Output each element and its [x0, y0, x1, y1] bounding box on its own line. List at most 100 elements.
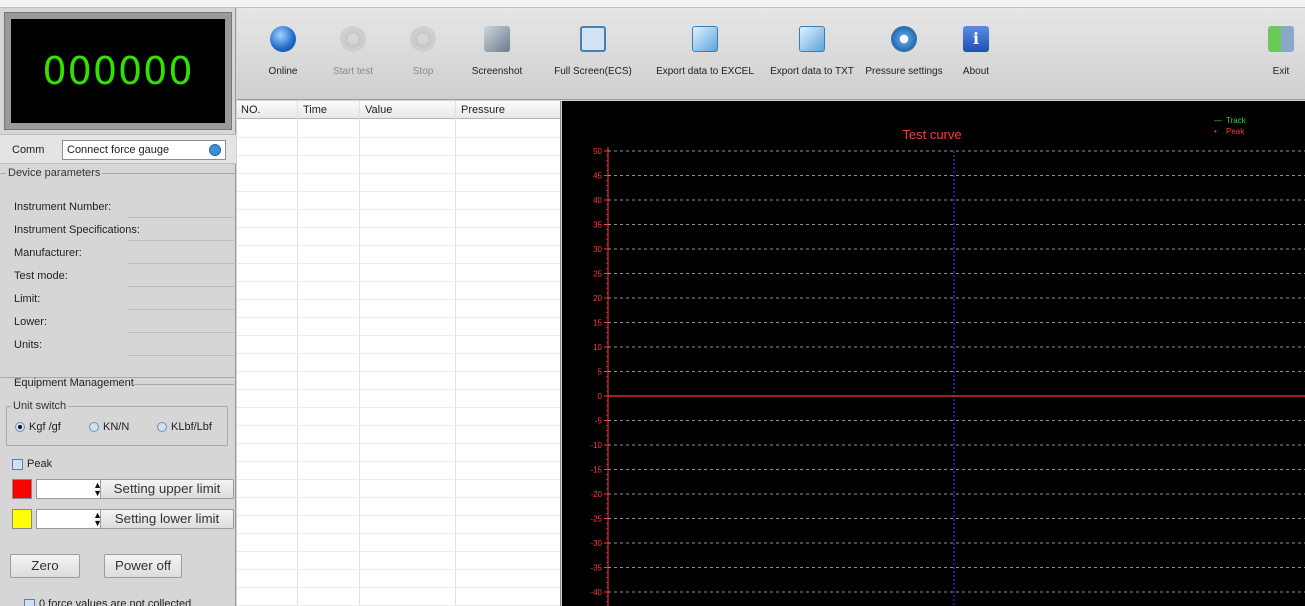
device-parameters-title: Device parameters — [6, 167, 103, 179]
export-txt-label: Export data to TXT — [770, 66, 854, 77]
row-divider — [237, 389, 560, 390]
equipment-management-title: Equipment Management — [14, 377, 134, 389]
y-tick-label: 40 — [593, 196, 602, 205]
lower-limit-color-swatch[interactable] — [12, 509, 32, 529]
row-divider — [237, 443, 560, 444]
radio-label: Kgf /gf — [29, 421, 61, 433]
row-divider — [237, 317, 560, 318]
lower-limit-spinner[interactable]: ▲ ▼ — [36, 509, 106, 529]
stop-button[interactable]: Stop — [397, 20, 449, 90]
param-manufacturer: Manufacturer: — [14, 244, 234, 264]
row-divider — [237, 371, 560, 372]
y-tick-label: -35 — [590, 564, 602, 573]
exit-button[interactable]: Exit — [1265, 20, 1297, 90]
upper-limit-color-swatch[interactable] — [12, 479, 32, 499]
param-value-line — [128, 332, 234, 333]
screenshot-button[interactable]: Screenshot — [459, 20, 535, 90]
legend-marker: — — [1214, 116, 1222, 125]
screenshot-label: Screenshot — [471, 66, 523, 77]
stop-label: Stop — [412, 66, 434, 77]
param-limit: Limit: — [14, 290, 234, 310]
not-collected-label: 0 force values are not collected — [39, 598, 192, 606]
title-strip — [0, 0, 1305, 8]
online-button[interactable]: Online — [251, 20, 315, 90]
y-tick-label: 10 — [593, 343, 602, 352]
exit-icon — [1268, 26, 1294, 52]
power-off-button[interactable]: Power off — [104, 554, 182, 578]
param-label: Manufacturer: — [14, 247, 82, 259]
left-panel: 000000 Comm Connect force gauge Device p… — [0, 8, 236, 606]
y-tick-label: -10 — [590, 441, 602, 450]
comm-select[interactable]: Connect force gauge — [62, 140, 226, 160]
table-header: NO. Time Value Pressure — [237, 101, 560, 119]
equipment-divider — [130, 384, 234, 385]
param-test-mode: Test mode: — [14, 267, 234, 287]
export-txt-icon — [799, 26, 825, 52]
y-tick-label: 50 — [593, 147, 602, 156]
full-screen-label: Full Screen(ECS) — [554, 66, 632, 77]
upper-limit-spinner[interactable]: ▲ ▼ — [36, 479, 106, 499]
radio-icon[interactable] — [157, 422, 167, 432]
zero-button[interactable]: Zero — [10, 554, 80, 578]
checkbox-icon[interactable] — [12, 458, 23, 470]
column-header-time[interactable]: Time — [303, 104, 327, 116]
start-test-button[interactable]: Start test — [321, 20, 385, 90]
chart-title: Test curve — [902, 127, 961, 142]
param-value-line — [128, 309, 234, 310]
row-divider — [237, 407, 560, 408]
row-divider — [237, 263, 560, 264]
column-header-value[interactable]: Value — [365, 104, 392, 116]
row-divider — [237, 479, 560, 480]
row-divider — [237, 281, 560, 282]
param-label: Test mode: — [14, 270, 68, 282]
row-divider — [237, 515, 560, 516]
radio-klbf[interactable]: KLbf/Lbf — [157, 421, 212, 433]
column-header-no[interactable]: NO. — [241, 104, 261, 116]
setting-upper-limit-button[interactable]: Setting upper limit — [100, 479, 234, 499]
param-units: Units: — [14, 336, 234, 356]
unit-switch-title: Unit switch — [11, 400, 69, 412]
export-txt-button[interactable]: Export data to TXT — [765, 20, 859, 90]
start-test-label: Start test — [332, 66, 373, 77]
not-collected-checkbox[interactable]: 0 force values are not collected — [24, 598, 191, 606]
param-label: Units: — [14, 339, 43, 351]
checkbox-icon[interactable] — [24, 598, 35, 606]
export-excel-button[interactable]: Export data to EXCEL — [651, 20, 759, 90]
row-divider — [237, 497, 560, 498]
about-button[interactable]: i About — [955, 20, 997, 90]
y-tick-label: -5 — [595, 417, 603, 426]
row-divider — [237, 461, 560, 462]
row-divider — [237, 533, 560, 534]
row-divider — [237, 551, 560, 552]
dropdown-arrow-icon[interactable] — [209, 144, 221, 156]
y-tick-label: -20 — [590, 490, 602, 499]
row-divider — [237, 353, 560, 354]
radio-kgf[interactable]: Kgf /gf — [15, 421, 61, 433]
setting-lower-limit-button[interactable]: Setting lower limit — [100, 509, 234, 529]
peak-label: Peak — [27, 458, 53, 470]
radio-selected-icon[interactable] — [15, 422, 25, 432]
data-table[interactable]: NO. Time Value Pressure — [237, 101, 561, 606]
param-value-line — [128, 263, 234, 264]
peak-checkbox[interactable]: Peak — [12, 458, 52, 470]
param-value-line — [128, 217, 234, 218]
radio-kn[interactable]: KN/N — [89, 421, 129, 433]
camera-icon — [484, 26, 510, 52]
full-screen-button[interactable]: Full Screen(ECS) — [545, 20, 641, 90]
upper-limit-row: ▲ ▼ Setting upper limit — [12, 478, 234, 500]
row-divider — [237, 227, 560, 228]
force-readout: 000000 — [42, 49, 194, 93]
pressure-settings-button[interactable]: Pressure settings — [861, 20, 947, 90]
pressure-settings-label: Pressure settings — [865, 66, 943, 77]
param-label: Instrument Specifications: — [14, 224, 140, 236]
force-display: 000000 — [11, 19, 225, 123]
param-instrument-number: Instrument Number: — [14, 198, 234, 218]
y-tick-label: 30 — [593, 245, 602, 254]
row-divider — [237, 173, 560, 174]
settings-icon — [891, 26, 917, 52]
radio-icon[interactable] — [89, 422, 99, 432]
legend-marker: • — [1214, 127, 1217, 136]
column-header-pressure[interactable]: Pressure — [461, 104, 505, 116]
y-tick-label: 20 — [593, 294, 602, 303]
y-tick-label: 0 — [598, 392, 603, 401]
